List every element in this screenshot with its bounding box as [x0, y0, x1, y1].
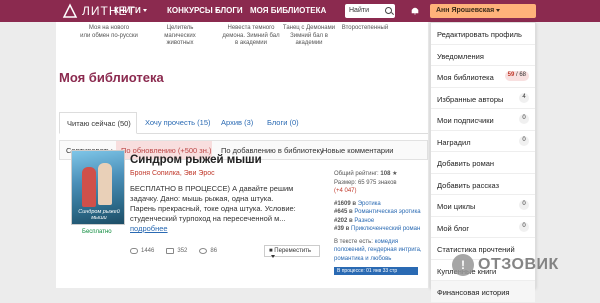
menu-item-finance-history[interactable]: Финансовая история — [431, 281, 535, 303]
chevron-down-icon — [271, 254, 275, 258]
watermark-text: ОТЗОВИК — [478, 256, 559, 273]
search-input[interactable]: Найти — [345, 4, 395, 18]
menu-item-awarded[interactable]: Наградил 0 — [431, 131, 535, 152]
views-count: 1446 — [141, 248, 155, 254]
nav-blogs[interactable]: БЛОГИ — [215, 6, 243, 15]
menu-item-my-blog[interactable]: Мой блог 0 — [431, 217, 535, 238]
library-icon — [166, 248, 175, 254]
menu-item-edit-profile[interactable]: Редактировать профиль — [431, 23, 535, 45]
watermark: ! ОТЗОВИК — [452, 254, 559, 276]
comments-count: 86 — [210, 248, 218, 254]
book-meta: Общий рейтинг: 108 ★ Размер: 65 975 знак… — [334, 171, 422, 262]
cover-title: Синдром рыжей мыши — [78, 209, 120, 221]
tab-blogs[interactable]: Блоги (0) — [267, 118, 299, 127]
star-icon: ★ — [392, 171, 398, 177]
count-badge: 0 — [519, 135, 529, 146]
main-content: Моя на нового или обмен по-русски Целите… — [56, 22, 428, 288]
comment-icon — [199, 248, 208, 254]
book-cover[interactable]: Синдром рыжей мыши — [71, 150, 125, 225]
strip-item[interactable]: Второстепенный — [334, 25, 396, 33]
nav-my-library[interactable]: МОЯ БИБЛИОТЕКА — [250, 6, 326, 15]
menu-item-my-library[interactable]: Моя библиотека 59 / 68 — [431, 66, 535, 88]
free-badge: Бесплатно — [82, 229, 112, 235]
otzovik-logo-icon: ! — [452, 254, 474, 276]
book-title[interactable]: Синдром рыжей мыши — [130, 154, 262, 166]
count-badge: 0 — [519, 114, 529, 124]
user-dropdown-menu: Редактировать профиль Уведомления Моя би… — [430, 22, 536, 303]
library-tabs: Читаю сейчас (50) Хочу прочесть (15) Арх… — [59, 112, 428, 134]
count-badge: 0 — [519, 221, 529, 232]
menu-item-add-story[interactable]: Добавить рассказ — [431, 174, 535, 195]
more-link[interactable]: подробнее — [130, 224, 168, 233]
book-strip: Моя на нового или обмен по-русски Целите… — [56, 22, 428, 62]
strip-item[interactable]: Целитель магических животных — [149, 25, 211, 48]
progress-badge: В процессе: 01 янв 33 стр — [334, 267, 418, 275]
strip-item[interactable]: Невеста темного демона. Зимний бал в ака… — [220, 25, 282, 48]
user-menu-button[interactable]: Анн Ярошевская — [430, 4, 536, 18]
eye-icon — [130, 248, 138, 254]
book-authors[interactable]: Броня Сопилка, Эви Эрос — [130, 170, 215, 177]
likes-count: 352 — [177, 248, 188, 254]
chevron-down-icon — [496, 8, 501, 12]
chevron-down-icon — [142, 9, 147, 13]
strip-item[interactable]: Моя на нового или обмен по-русски — [78, 25, 140, 40]
nav-contests[interactable]: КОНКУРСЫ — [167, 6, 219, 15]
menu-item-favorite-authors[interactable]: Избранные авторы 4 — [431, 88, 535, 109]
sort-by-comments[interactable]: Новые комментарии — [322, 141, 412, 159]
book-stats: 1446 352 86 — [130, 248, 217, 254]
strip-item[interactable]: Танец с Демонами Зимний бал в академии — [278, 25, 340, 48]
count-badge: 0 — [519, 200, 529, 210]
book-description: БЕСПЛАТНО В ПРОЦЕССЕ) А давайте решим за… — [130, 184, 296, 233]
tab-reading-now[interactable]: Читаю сейчас (50) — [59, 112, 137, 134]
tab-want-to-read[interactable]: Хочу прочесть (15) — [145, 118, 211, 127]
nav-books[interactable]: КНИГИ — [114, 6, 147, 15]
top-navbar: ЛИТНЕТ КНИГИ КОНКУРСЫ БЛОГИ МОЯ БИБЛИОТЕ… — [0, 0, 600, 22]
bell-icon[interactable] — [411, 6, 419, 15]
search-icon[interactable] — [385, 7, 392, 14]
menu-item-my-cycles[interactable]: Мои циклы 0 — [431, 195, 535, 217]
menu-item-notifications[interactable]: Уведомления — [431, 45, 535, 66]
menu-item-followers[interactable]: Мои подписчики 0 — [431, 109, 535, 131]
menu-item-add-novel[interactable]: Добавить роман — [431, 152, 535, 174]
count-badge: 4 — [519, 92, 529, 103]
library-count-badge: 59 / 68 — [504, 71, 529, 81]
move-button[interactable]: ■ Переместить — [264, 245, 320, 258]
logo-icon — [62, 3, 78, 18]
page-title: Моя библиотека — [59, 70, 164, 85]
tab-archive[interactable]: Архив (3) — [221, 118, 253, 127]
